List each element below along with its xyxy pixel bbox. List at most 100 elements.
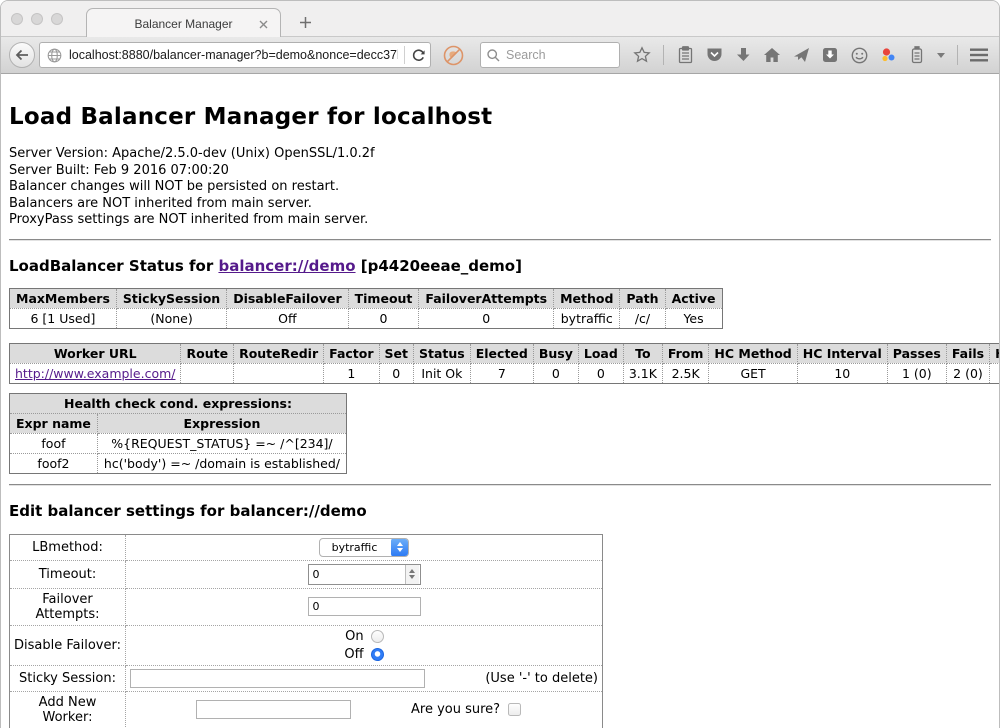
tab-close-icon[interactable] (256, 17, 270, 31)
save-panel-icon[interactable] (820, 45, 840, 65)
cell-expr-name: foof2 (10, 453, 98, 473)
radio-off[interactable] (371, 648, 384, 661)
col-elected: Elected (470, 343, 533, 363)
chevron-down-icon[interactable] (936, 45, 946, 65)
status-heading-prefix: LoadBalancer Status for (9, 257, 218, 275)
cell-fails: 2 (0) (946, 363, 989, 383)
edit-settings-heading: Edit balancer settings for balancer://de… (9, 502, 991, 520)
url-input[interactable]: localhost:8880/balancer-manager?b=demo&n… (69, 48, 398, 62)
search-bar[interactable]: Search (480, 42, 620, 68)
lbmethod-label: LBmethod: (10, 534, 126, 560)
clipboard-icon[interactable] (675, 45, 695, 65)
balancer-demo-link[interactable]: balancer://demo (218, 257, 355, 275)
close-window-button[interactable] (11, 13, 23, 25)
col-set: Set (379, 343, 413, 363)
failover-attempts-input[interactable]: 0 (308, 597, 421, 616)
col-method: Method (554, 288, 620, 308)
menu-icon[interactable] (969, 45, 989, 65)
browser-window: Balancer Manager localhost:8880/balancer… (0, 0, 1000, 728)
col-active: Active (665, 288, 722, 308)
cell-maxmembers: 6 [1 Used] (10, 308, 117, 328)
toolbar-separator (957, 45, 958, 65)
new-tab-button[interactable] (296, 13, 314, 31)
reload-icon[interactable] (411, 48, 426, 63)
server-version-line: Server Version: Apache/2.5.0-dev (Unix) … (9, 146, 991, 163)
send-icon[interactable] (791, 45, 811, 65)
disable-failover-radios: On Off (344, 629, 383, 662)
tab-title: Balancer Manager (134, 17, 232, 31)
minimize-window-button[interactable] (31, 13, 43, 25)
balancer-settings-form: LBmethod: bytraffic Timeout: 0 (9, 534, 603, 728)
lbmethod-selected-value: bytraffic (332, 541, 392, 554)
col-maxmembers: MaxMembers (10, 288, 117, 308)
cell-path: /c/ (620, 308, 665, 328)
col-status: Status (414, 343, 471, 363)
select-stepper-icon (391, 538, 408, 557)
radio-on[interactable] (371, 630, 384, 643)
tab-balancer-manager[interactable]: Balancer Manager (86, 8, 281, 38)
star-icon[interactable] (632, 45, 652, 65)
server-built-line: Server Built: Feb 9 2016 07:00:20 (9, 163, 991, 180)
navigation-toolbar: localhost:8880/balancer-manager?b=demo&n… (1, 37, 999, 74)
col-load: Load (578, 343, 623, 363)
are-you-sure-checkbox[interactable] (508, 703, 521, 716)
cell-set: 0 (379, 363, 413, 383)
back-button[interactable] (9, 42, 35, 68)
worker-row: http://www.example.com/ 1 0 Init Ok 7 0 … (10, 363, 1000, 383)
cell-hc-interval: 10 (797, 363, 887, 383)
lbmethod-select[interactable]: bytraffic (319, 538, 410, 557)
col-fails: Fails (946, 343, 989, 363)
tab-bar: Balancer Manager (1, 1, 999, 37)
home-icon[interactable] (762, 45, 782, 65)
adblock-icon[interactable] (443, 45, 464, 66)
cell-active: Yes (665, 308, 722, 328)
add-worker-input[interactable] (196, 700, 351, 719)
persist-notice-line: Balancer changes will NOT be persisted o… (9, 179, 991, 196)
url-bar[interactable]: localhost:8880/balancer-manager?b=demo&n… (39, 42, 431, 68)
status-heading: LoadBalancer Status for balancer://demo … (9, 257, 991, 275)
cell-elected: 7 (470, 363, 533, 383)
cell-failoverattempts: 0 (419, 308, 554, 328)
inherit-notice-line: Balancers are NOT inherited from main se… (9, 196, 991, 213)
proxypass-notice-line: ProxyPass settings are NOT inherited fro… (9, 212, 991, 229)
cell-expression: hc('body') =~ /domain is established/ (97, 453, 346, 473)
status-heading-suffix: [p4420eeae_demo] (356, 257, 522, 275)
colors-extension-icon[interactable] (878, 45, 898, 65)
page-title: Load Balancer Manager for localhost (9, 74, 991, 130)
cell-from: 2.5K (662, 363, 709, 383)
cell-status: Init Ok (414, 363, 471, 383)
col-from: From (662, 343, 709, 363)
globe-icon (47, 48, 62, 63)
cell-hc-method: GET (709, 363, 797, 383)
divider (9, 239, 991, 241)
cell-route (181, 363, 234, 383)
pocket-icon[interactable] (704, 45, 724, 65)
cell-factor: 1 (324, 363, 379, 383)
download-icon[interactable] (733, 45, 753, 65)
radio-on-label: On (345, 629, 363, 644)
col-timeout: Timeout (348, 288, 419, 308)
balancer-status-table: MaxMembers StickySession DisableFailover… (9, 288, 723, 329)
col-failoverattempts: FailoverAttempts (419, 288, 554, 308)
cell-to: 3.1K (623, 363, 662, 383)
battery-extension-icon[interactable] (907, 45, 927, 65)
timeout-input[interactable]: 0 (308, 564, 421, 585)
number-spinner-icon[interactable] (405, 565, 419, 584)
zoom-window-button[interactable] (51, 13, 63, 25)
cell-busy: 0 (533, 363, 578, 383)
cell-load: 0 (578, 363, 623, 383)
col-route: Route (181, 343, 234, 363)
search-input[interactable]: Search (506, 48, 546, 62)
col-worker-url: Worker URL (10, 343, 181, 363)
col-hc-interval: HC Interval (797, 343, 887, 363)
col-hc-uri: HC uri (990, 343, 999, 363)
col-expression: Expression (97, 413, 346, 433)
timeout-value: 0 (309, 568, 405, 581)
failover-attempts-label: Failover Attempts: (10, 588, 126, 625)
worker-url-link[interactable]: http://www.example.com/ (15, 366, 175, 381)
feedback-smiley-icon[interactable] (849, 45, 869, 65)
cell-method: bytraffic (554, 308, 620, 328)
sticky-session-input[interactable] (130, 669, 425, 688)
col-routeredir: RouteRedir (234, 343, 324, 363)
cell-hc-uri (990, 363, 999, 383)
